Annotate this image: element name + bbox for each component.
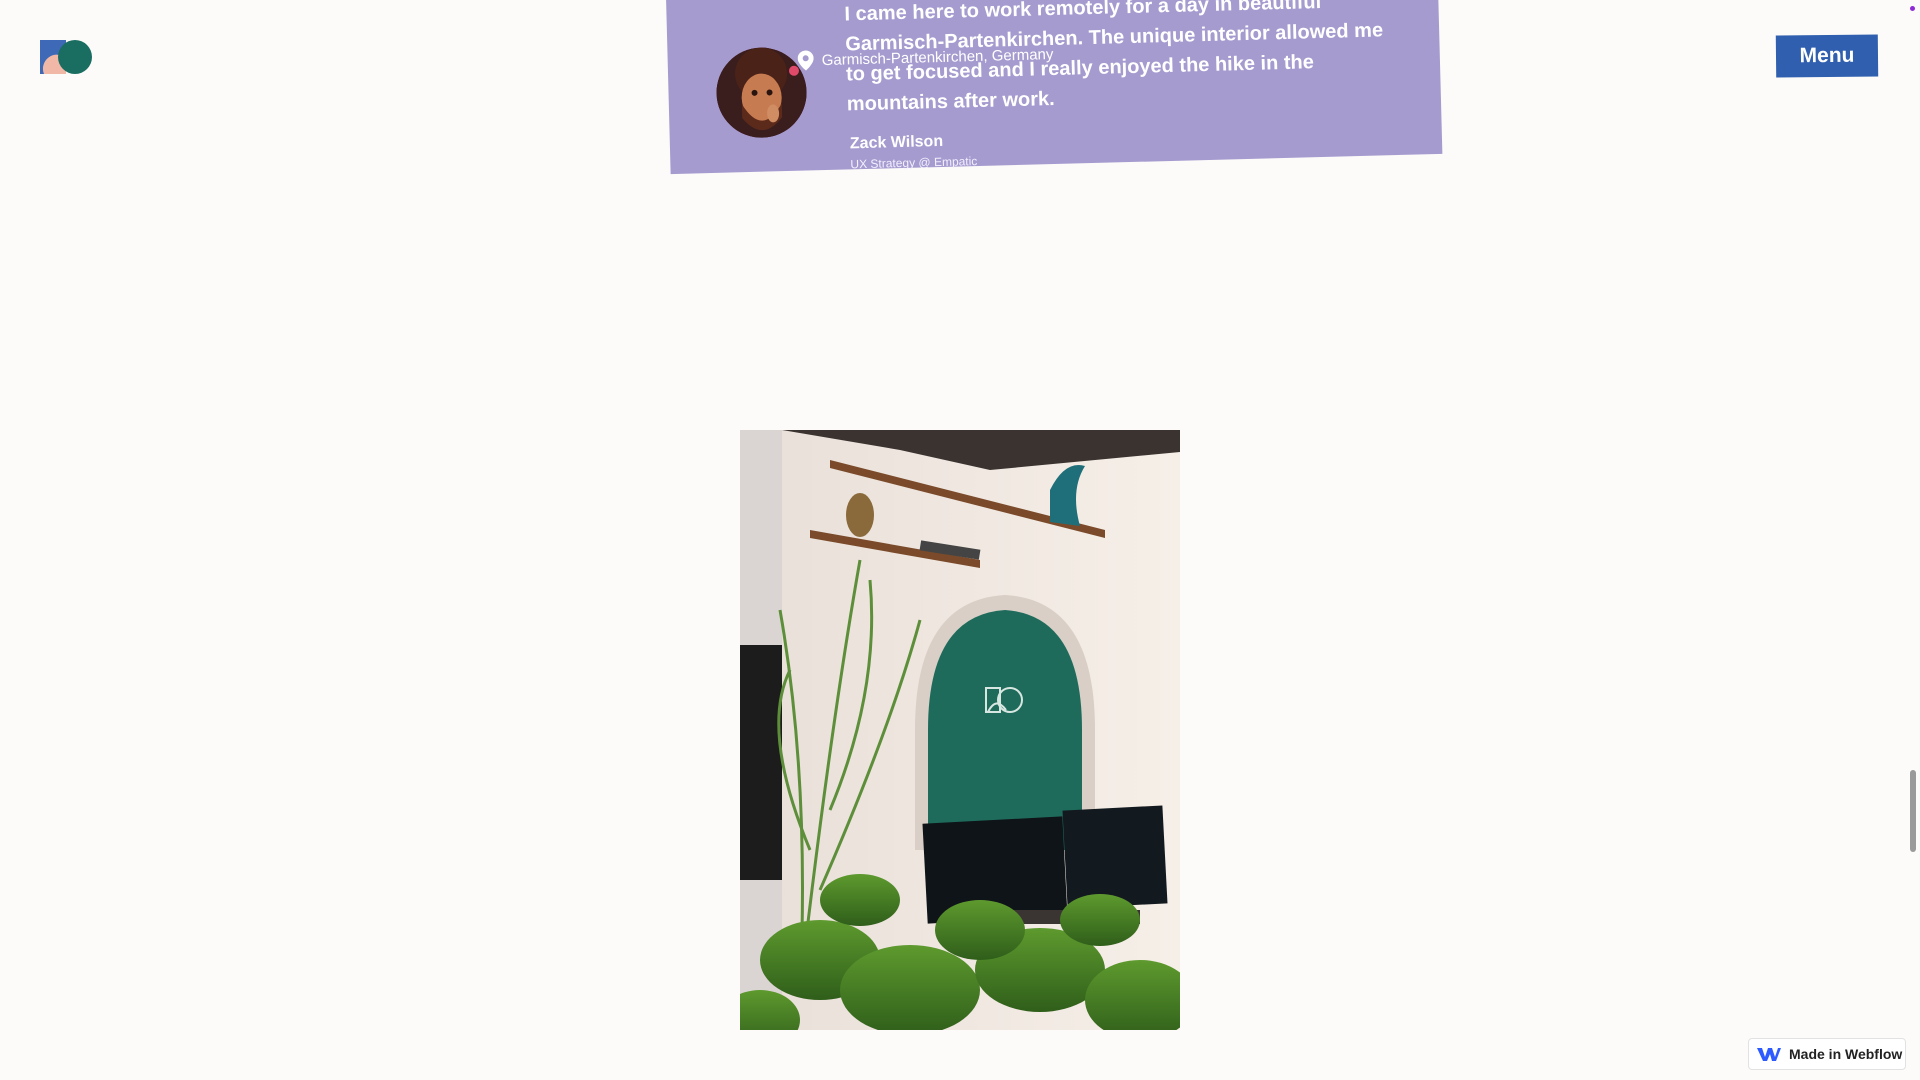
scrollbar-thumb[interactable]	[1910, 770, 1916, 852]
testimonial-card: Garmisch-Partenkirchen, Germany I came h…	[665, 0, 1443, 175]
testimonial-role: UX Strategy @ Empatic	[850, 154, 978, 172]
interior-photo	[740, 430, 1180, 1030]
brand-logo[interactable]	[40, 40, 92, 74]
author-avatar	[715, 46, 808, 139]
indicator-dot	[1910, 6, 1915, 11]
made-in-webflow-badge[interactable]: Made in Webflow	[1748, 1038, 1906, 1070]
webflow-icon	[1757, 1046, 1781, 1062]
testimonial-quote: I came here to work remotely for a day i…	[844, 0, 1384, 116]
badge-label: Made in Webflow	[1789, 1046, 1903, 1062]
testimonial-author: Zack Wilson	[849, 132, 944, 153]
menu-button[interactable]: Menu	[1775, 34, 1879, 78]
page: Menu Garmisch-Partenkirchen, Germany I c…	[0, 0, 1920, 1080]
location-pin-icon	[797, 50, 814, 71]
